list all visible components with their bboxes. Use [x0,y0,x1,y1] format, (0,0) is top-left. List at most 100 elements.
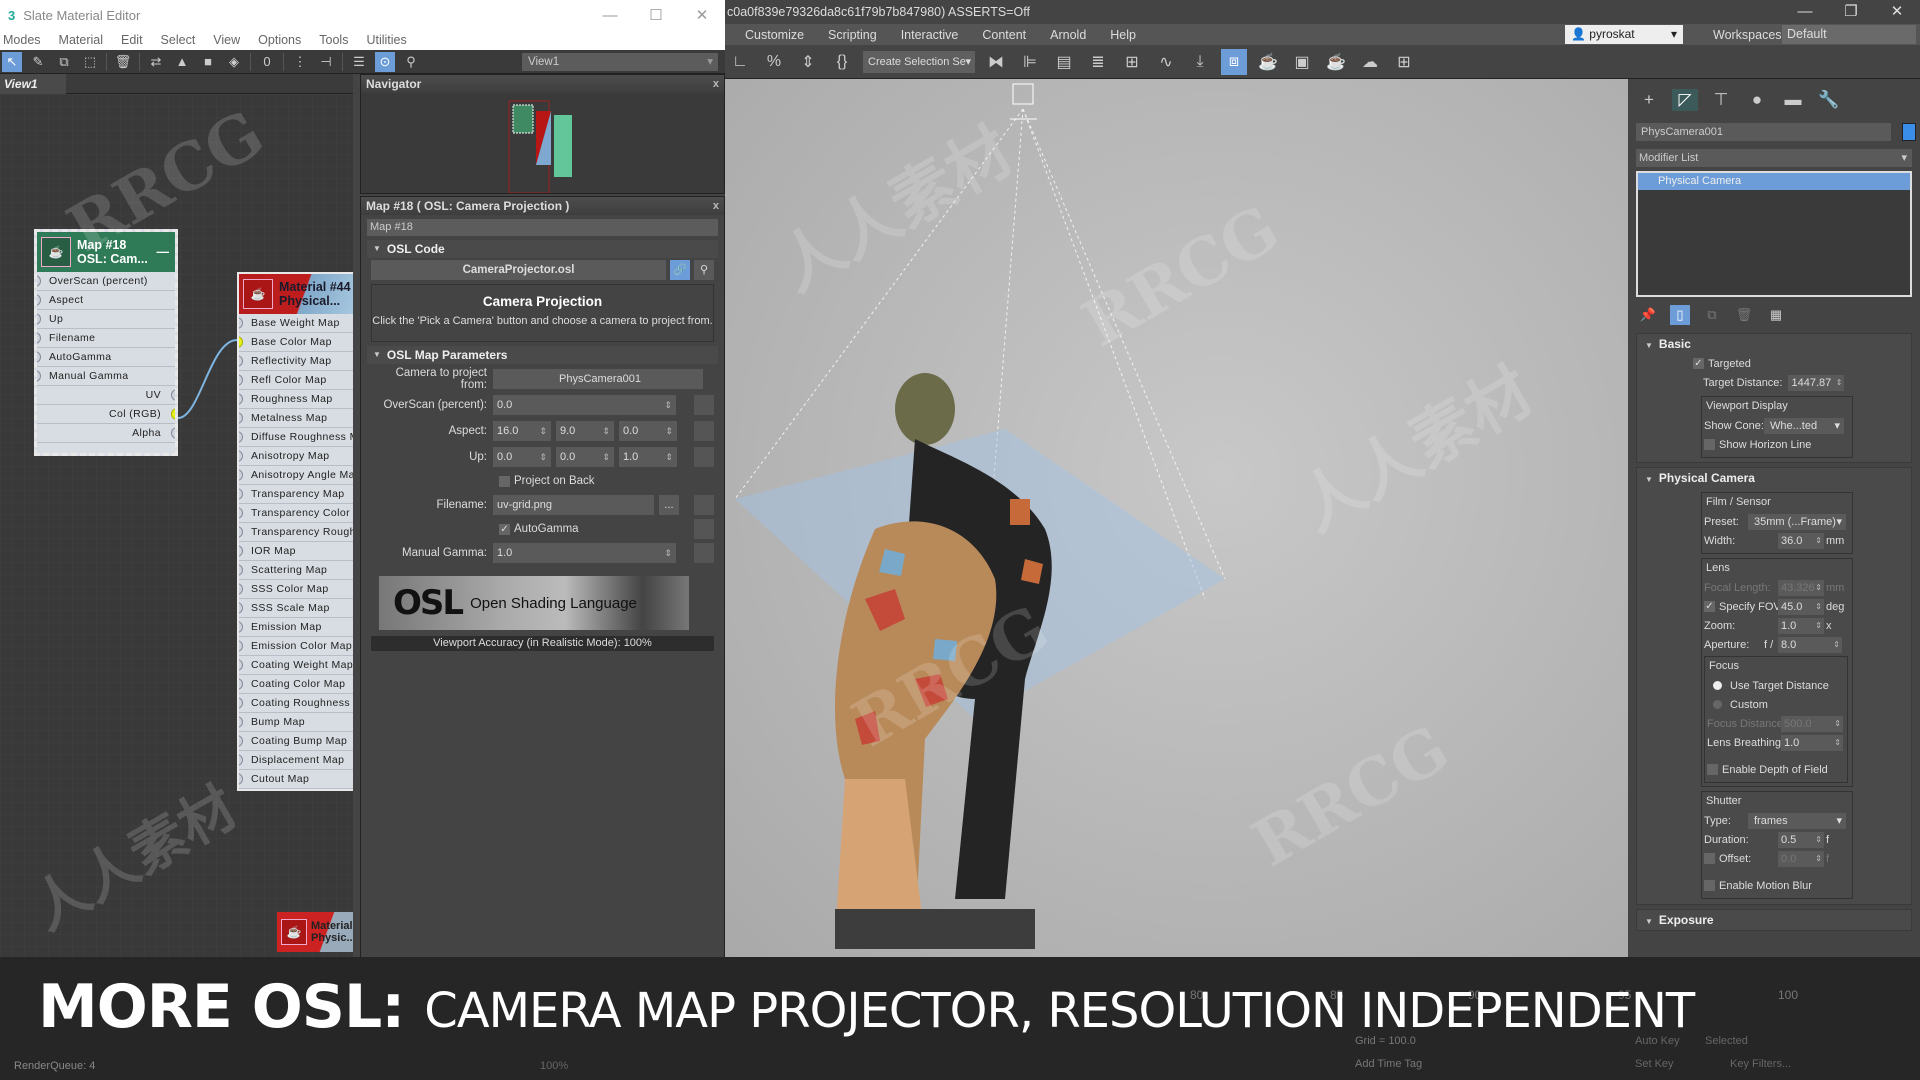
input-socket[interactable] [239,716,243,728]
focal-length-spinner[interactable]: 43.326 [1778,579,1824,596]
select-tool-icon[interactable]: ↖ [2,51,22,72]
input-socket[interactable] [239,412,243,424]
up-y-spinner[interactable]: 0.0 [556,447,614,467]
make-unique-icon[interactable]: ⧉ [1702,305,1722,325]
schematic-view-icon[interactable]: ⤓ [1187,49,1213,75]
selection-set-dropdown[interactable]: Create Selection Se [863,50,975,73]
input-socket[interactable] [239,355,243,367]
user-account-dropdown[interactable]: 👤 pyroskat [1565,25,1683,44]
node-map18-header[interactable]: ☕ Map #18 OSL: Cam... — [37,232,175,272]
key-filters-button[interactable]: Key Filters... [1730,1058,1791,1070]
render-setup-icon[interactable]: ☕ [1255,49,1281,75]
display-tab-icon[interactable]: ▬ [1780,89,1806,111]
input-socket[interactable] [239,754,243,766]
background-icon[interactable]: ◈ [224,52,244,72]
configure-modifier-sets-icon[interactable]: ▦ [1766,305,1786,325]
layer-explorer-icon[interactable]: ≣ [1085,49,1111,75]
node-output-slot[interactable]: UV [37,386,175,405]
pin-stack-icon[interactable]: 📌 [1638,305,1658,325]
menu-tools[interactable]: Tools [319,33,348,47]
node-input-slot[interactable]: AutoGamma [37,348,175,367]
node-material44[interactable]: ☕ Material #44 Physical... Base Weight M… [237,272,353,791]
object-color-swatch[interactable] [1902,123,1917,141]
output-socket[interactable] [171,427,175,439]
manual-gamma-spinner[interactable]: 1.0 [493,543,676,563]
menu-interactive[interactable]: Interactive [901,28,959,42]
overscan-spinner[interactable]: 0.0 [493,395,676,415]
show-end-result-icon[interactable]: ▯ [1670,305,1690,325]
collapse-icon[interactable]: — [157,245,170,259]
select-by-material-icon[interactable]: ⚲ [401,52,421,72]
put-to-scene-icon[interactable]: ⧉ [54,52,74,72]
autogamma-checkbox[interactable]: ✓ [499,523,510,535]
dof-checkbox[interactable] [1707,764,1718,775]
node-input-slot[interactable]: Diffuse Roughness Map [239,428,353,447]
curve-editor-icon[interactable]: ∿ [1153,49,1179,75]
shutter-type-dropdown[interactable]: frames [1748,812,1846,829]
input-socket[interactable] [239,507,243,519]
menu-options[interactable]: Options [258,33,301,47]
hide-unused-icon[interactable]: ▲ [172,52,192,72]
input-socket[interactable] [37,294,41,306]
show-horizon-checkbox[interactable] [1704,439,1715,450]
input-socket[interactable] [37,332,41,344]
modifier-stack[interactable]: Physical Camera [1636,171,1912,297]
node-input-slot[interactable]: SSS Color Map [239,580,353,599]
node-input-slot[interactable]: Transparency Map [239,485,353,504]
toggle-ribbon-icon[interactable]: ⊞ [1119,49,1145,75]
node-input-slot[interactable]: Refl Color Map [239,371,353,390]
scene-explorer-icon[interactable]: ▤ [1051,49,1077,75]
zoom-percent-dropdown[interactable]: 100% [540,1060,568,1072]
input-socket[interactable] [239,545,243,557]
close-button[interactable]: ✕ [1874,0,1920,24]
preset-dropdown[interactable]: 35mm (...Frame) [1748,513,1846,530]
stack-item-physical-camera[interactable]: Physical Camera [1638,173,1910,190]
aspect-z-spinner[interactable]: 0.0 [619,421,677,441]
node-input-slot[interactable]: Reflectivity Map [239,352,353,371]
node-input-slot[interactable]: Up [37,310,175,329]
input-socket[interactable] [37,370,41,382]
workspace-dropdown[interactable]: Default [1782,25,1916,44]
duration-spinner[interactable]: 0.5 [1778,831,1824,848]
mirror-icon[interactable]: ⧓ [983,49,1009,75]
up-z-spinner[interactable]: 1.0 [619,447,677,467]
map-name-field[interactable]: Map #18 [367,219,718,236]
input-socket-connected[interactable] [239,336,243,348]
overscan-map-button[interactable] [694,395,714,415]
menu-scripting[interactable]: Scripting [828,28,877,42]
input-socket[interactable] [37,275,41,287]
show-map-icon[interactable]: ■ [198,52,218,72]
node-input-slot[interactable]: Coating Color Map [239,675,353,694]
osl-file-button[interactable]: CameraProjector.osl [371,260,666,280]
input-socket[interactable] [239,431,243,443]
node-input-slot[interactable]: Transparency Color Map [239,504,353,523]
layout-all-icon[interactable]: ⋮ [290,52,310,72]
node-input-slot[interactable]: Bump Map [239,713,353,732]
filename-field[interactable]: uv-grid.png [493,495,654,515]
use-target-distance-radio[interactable] [1713,681,1722,690]
rollout-exposure-header[interactable]: ▼ Exposure [1637,910,1911,930]
lens-breathing-spinner[interactable]: 1.0 [1781,734,1843,751]
maximize-button[interactable]: ☐ [633,6,679,24]
menu-content[interactable]: Content [982,28,1026,42]
input-socket[interactable] [239,564,243,576]
material-id-icon[interactable]: 0 [257,52,277,72]
targeted-checkbox[interactable]: ✓ [1693,358,1704,369]
view-select-dropdown[interactable]: View1 [522,53,718,71]
modifier-list-dropdown[interactable]: Modifier List [1636,149,1912,167]
set-key-button[interactable]: Set Key [1635,1058,1674,1070]
pick-camera-button[interactable]: PhysCamera001 [493,369,703,389]
menu-modes[interactable]: Modes [3,33,41,47]
node-input-slot[interactable]: Base Color Map [239,333,353,352]
autogamma-map-button[interactable] [694,519,714,539]
render-shortcuts-icon[interactable]: ⊞ [1391,49,1417,75]
aspect-y-spinner[interactable]: 9.0 [556,421,614,441]
node-canvas[interactable]: ☕ Map #18 OSL: Cam... — OverScan (percen… [0,94,353,1054]
target-distance-spinner[interactable]: 1447.87 [1788,374,1845,391]
motion-blur-checkbox[interactable] [1704,880,1715,891]
focus-distance-spinner[interactable]: 500.0 [1781,715,1843,732]
node-input-slot[interactable]: Transparency Roughness Map [239,523,353,542]
motion-tab-icon[interactable]: ● [1744,89,1770,111]
node-input-slot[interactable]: Manual Gamma [37,367,175,386]
up-x-spinner[interactable]: 0.0 [493,447,551,467]
